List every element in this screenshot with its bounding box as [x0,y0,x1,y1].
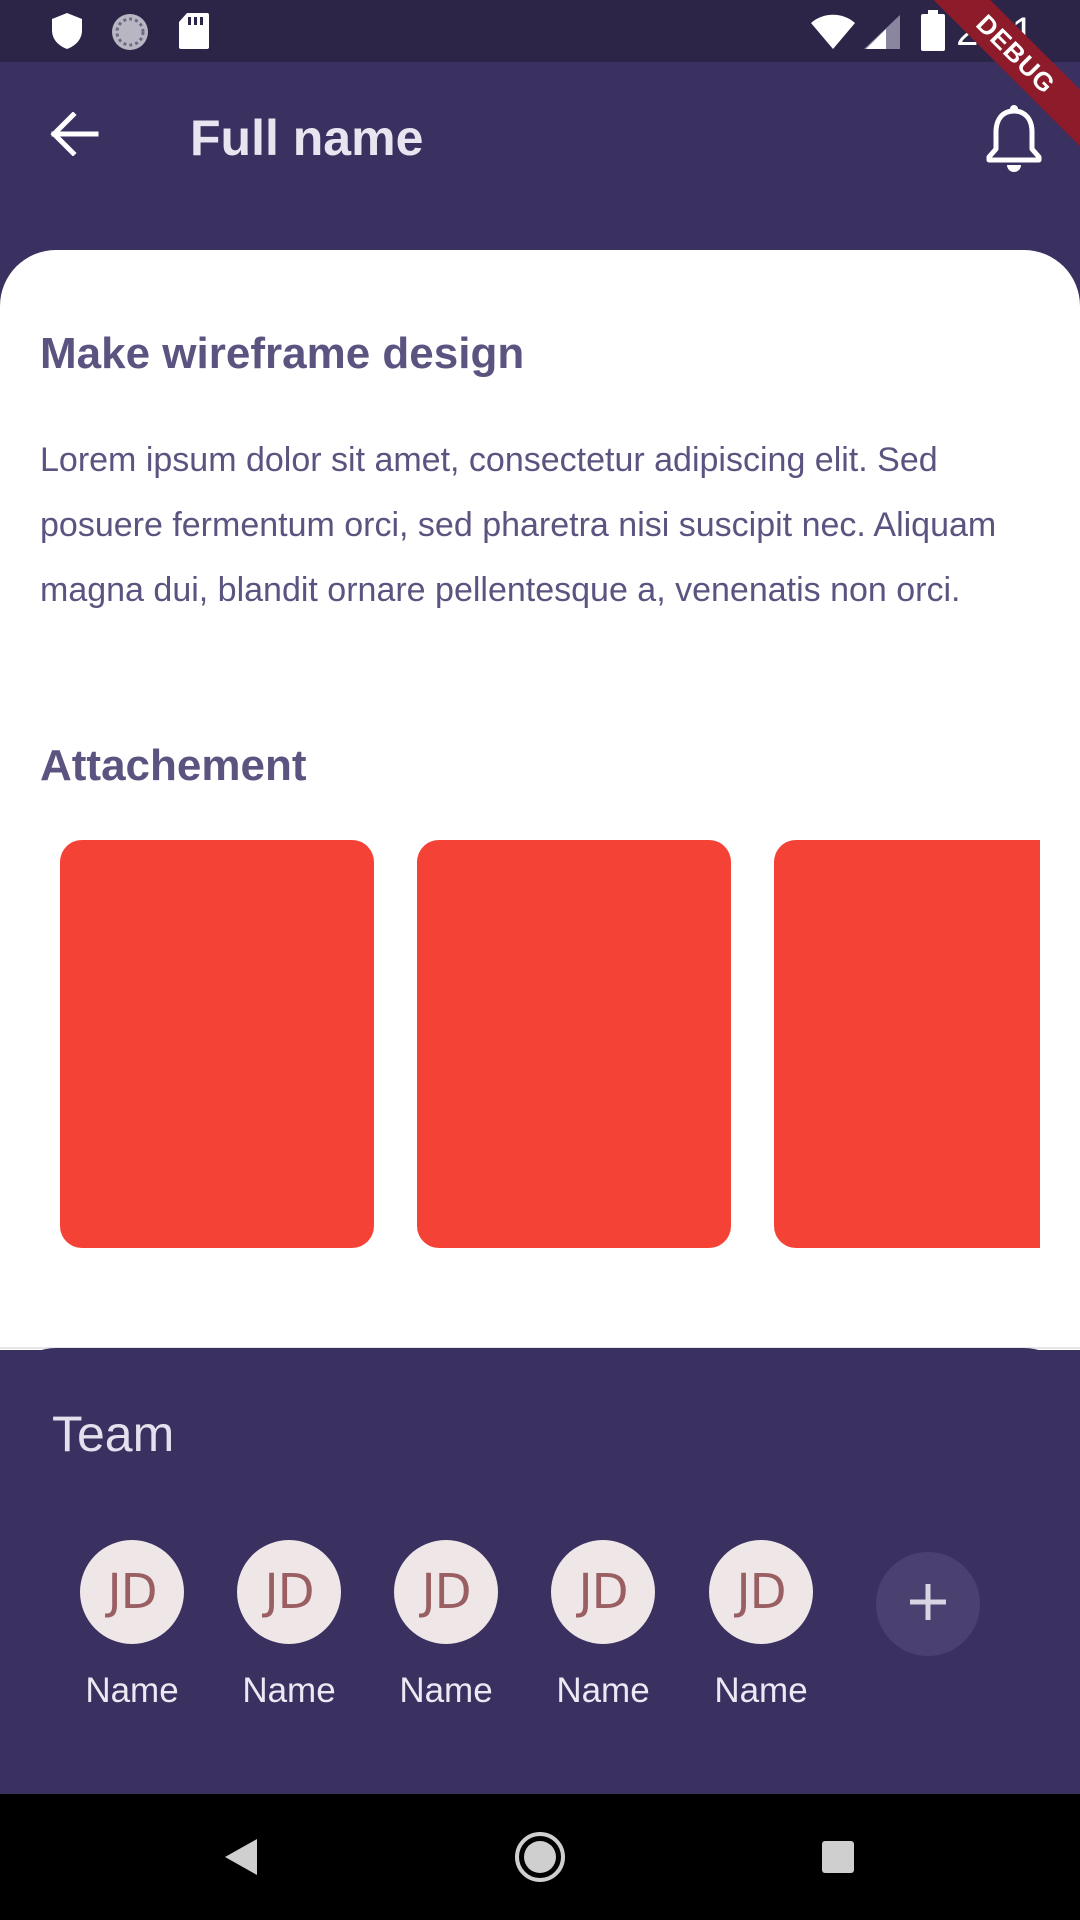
team-panel: Team JD Name JD Name JD Name JD Name JD … [0,1348,1080,1794]
page-title: Full name [190,110,424,166]
team-member[interactable]: JD Name [219,1540,359,1712]
attachments-list[interactable] [60,840,1040,1248]
avatar: JD [551,1540,655,1644]
bell-icon [983,104,1045,180]
sd-card-icon [178,12,210,55]
nav-home-icon [514,1831,566,1888]
nav-back-button[interactable] [206,1824,276,1894]
wifi-icon [810,14,856,55]
attachment-tile[interactable] [417,840,731,1248]
notifications-button[interactable] [976,102,1052,182]
team-title: Team [52,1406,175,1462]
member-name: Name [85,1671,179,1710]
avatar: JD [709,1540,813,1644]
system-nav-bar [0,1794,1080,1920]
attachment-tile[interactable] [774,840,1040,1248]
attachments-heading: Attachement [40,741,307,790]
member-name: Name [399,1671,493,1710]
battery-icon [920,10,946,57]
task-description: Lorem ipsum dolor sit amet, consectetur … [40,441,997,609]
avatar: JD [394,1540,498,1644]
member-name: Name [556,1671,650,1710]
team-member[interactable]: JD Name [376,1540,516,1712]
team-member[interactable]: JD Name [691,1540,831,1712]
member-name: Name [242,1671,336,1710]
arrow-back-icon [49,110,99,161]
task-detail-screen: 2:31 DEBUG Full name Make wireframe desi… [0,0,1080,1920]
member-name: Name [714,1671,808,1710]
shield-icon [50,12,84,55]
app-bar: Full name [0,62,1080,250]
nav-home-button[interactable] [505,1824,575,1894]
status-bar: 2:31 [0,0,1080,62]
sync-icon [110,12,150,57]
nav-back-icon [223,1837,259,1882]
attachment-tile[interactable] [60,840,374,1248]
plus-icon [908,1582,948,1627]
back-button[interactable] [40,102,108,170]
add-member-button[interactable] [876,1552,980,1656]
task-title: Make wireframe design [40,329,525,378]
avatar: JD [80,1540,184,1644]
nav-recents-button[interactable] [803,1824,873,1894]
signal-icon [862,14,902,55]
avatar: JD [237,1540,341,1644]
team-member[interactable]: JD Name [62,1540,202,1712]
task-card: Make wireframe design Lorem ipsum dolor … [0,250,1080,1350]
team-member[interactable]: JD Name [533,1540,673,1712]
nav-recents-icon [820,1839,856,1880]
